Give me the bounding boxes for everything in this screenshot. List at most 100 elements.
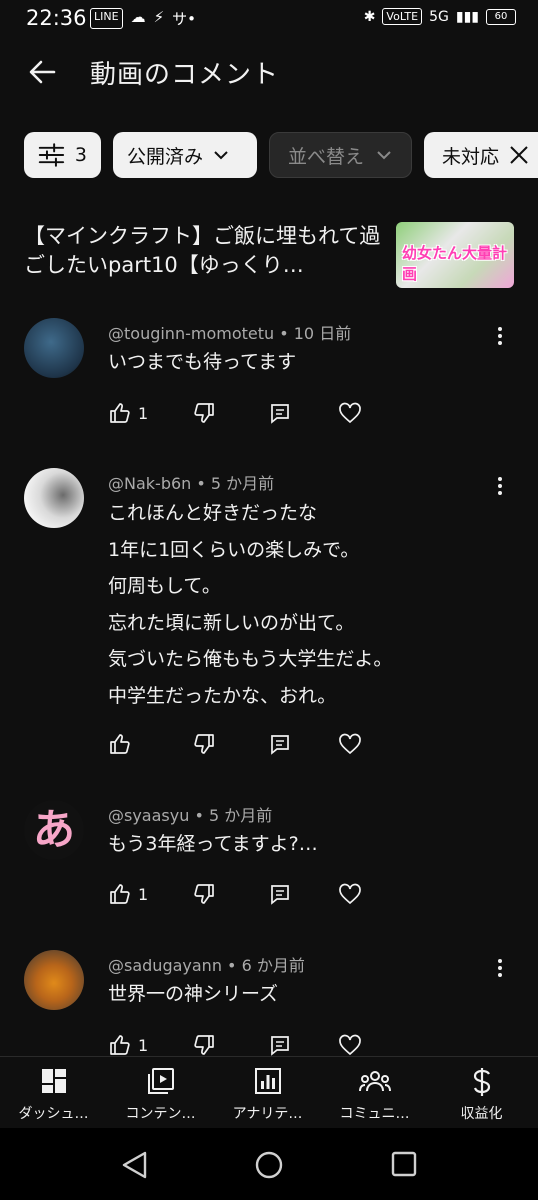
bottom-navigation: ダッシュ… コンテン… アナリテ… コミュニ… 収益化 [0, 1056, 538, 1129]
dislike-button[interactable] [192, 1033, 216, 1056]
heart-button[interactable] [338, 732, 362, 756]
filter-settings-chip[interactable]: 3 [24, 132, 101, 178]
status-time: 22:36 [26, 6, 87, 30]
comment-meta: @sadugayann • 6 か月前 [108, 956, 305, 975]
sliders-icon [38, 143, 65, 167]
chevron-down-icon [214, 151, 228, 160]
thumbs-down-icon [194, 403, 214, 423]
nav-dashboard[interactable]: ダッシュ… [0, 1057, 107, 1129]
nav-label: コンテン… [125, 1106, 196, 1122]
like-button[interactable]: 1 [108, 1033, 148, 1056]
published-filter-chip[interactable]: 公開済み [113, 132, 257, 178]
app-notification-icon: サ• [172, 10, 196, 28]
page-title: 動画のコメント [90, 60, 280, 90]
comment-item: @touginn-momotetu • 10 日前 いつまでも待ってます 1 [0, 318, 538, 428]
comment-author[interactable]: @syaasyu [108, 806, 189, 825]
unresponded-label: 未対応 [442, 145, 500, 168]
nav-label: 収益化 [460, 1106, 503, 1122]
heart-button[interactable] [338, 401, 362, 425]
system-back-icon[interactable] [120, 1150, 150, 1180]
more-vert-icon[interactable] [488, 474, 512, 498]
reply-button[interactable] [268, 401, 292, 425]
close-icon[interactable] [509, 145, 529, 165]
comment-meta: @Nak-b6n • 5 か月前 [108, 474, 275, 493]
comment-author[interactable]: @touginn-momotetu [108, 324, 274, 343]
thumbs-up-icon [110, 1035, 130, 1055]
video-header[interactable]: 【マインクラフト】ご飯に埋もれて過ごしたいpart10【ゆっくり… 幼女たん大量… [24, 222, 516, 292]
like-button[interactable] [108, 732, 138, 756]
comment-meta: @touginn-momotetu • 10 日前 [108, 324, 352, 343]
comment-meta: @syaasyu • 5 か月前 [108, 806, 273, 825]
reply-button[interactable] [268, 882, 292, 906]
thumbs-up-icon [110, 734, 130, 754]
bolt-icon: ⚡ [153, 8, 165, 26]
line-icon: LINE [90, 8, 123, 29]
heart-icon [339, 1034, 361, 1056]
system-home-icon[interactable] [254, 1150, 284, 1180]
comment-item: @Nak-b6n • 5 か月前 これほんと好きだったな 1年に1回くらいの楽し… [0, 468, 538, 768]
battery-icon: 60 [486, 8, 516, 25]
nav-analytics[interactable]: アナリテ… [214, 1057, 321, 1129]
sort-chip[interactable]: 並べ替え [269, 132, 412, 178]
system-icons: ✱ VoLTE 5G ▮▮▮ 60 [364, 8, 516, 25]
comment-author[interactable]: @sadugayann [108, 956, 222, 975]
comment-time: 5 か月前 [210, 474, 275, 493]
unresponded-chip[interactable]: 未対応 [424, 132, 538, 178]
like-button[interactable]: 1 [108, 401, 148, 425]
dislike-button[interactable] [192, 401, 216, 425]
video-thumbnail[interactable]: 幼女たん大量計画 [396, 222, 514, 288]
dislike-button[interactable] [192, 732, 216, 756]
more-vert-icon[interactable] [488, 956, 512, 980]
comment-text: いつまでも待ってます [108, 351, 297, 373]
nav-community[interactable]: コミュニ… [321, 1057, 428, 1129]
reply-button[interactable] [268, 1033, 292, 1056]
nav-content[interactable]: コンテン… [107, 1057, 214, 1129]
comment-text: もう3年経ってますよ?… [108, 833, 318, 855]
top-app-bar: 動画のコメント [0, 40, 538, 106]
like-count: 1 [138, 884, 149, 904]
reply-icon [271, 885, 289, 905]
video-title: 【マインクラフト】ご飯に埋もれて過ごしたいpart10【ゆっくり… [24, 224, 381, 277]
avatar[interactable] [24, 468, 84, 528]
dislike-button[interactable] [192, 882, 216, 906]
like-button[interactable]: 1 [108, 882, 148, 906]
reply-icon [271, 404, 289, 424]
avatar[interactable] [24, 318, 84, 378]
thumbs-down-icon [194, 734, 214, 754]
thumbnail-text: 幼女たん大量計画 [402, 244, 508, 283]
thumbs-down-icon [194, 1035, 214, 1055]
system-navigation-bar [0, 1128, 538, 1200]
system-recents-icon[interactable] [390, 1150, 418, 1178]
heart-icon [339, 733, 361, 755]
thumbs-up-icon [110, 403, 130, 423]
back-button[interactable] [24, 54, 60, 90]
heart-button[interactable] [338, 882, 362, 906]
dollar-icon [473, 1068, 490, 1096]
thumbs-up-icon [110, 884, 130, 904]
cloud-icon: ☁ [130, 8, 146, 26]
bluetooth-icon: ✱ [363, 8, 376, 25]
reply-icon [271, 1036, 289, 1056]
heart-button[interactable] [338, 1033, 362, 1056]
status-bar: 22:36 LINE ☁ ⚡ サ• ✱ VoLTE 5G ▮▮▮ 60 [0, 0, 538, 36]
avatar[interactable]: あ [24, 800, 84, 860]
dashboard-icon [41, 1069, 66, 1093]
content-icon [147, 1068, 174, 1094]
comment-author[interactable]: @Nak-b6n [108, 474, 191, 493]
nav-monetization[interactable]: 収益化 [428, 1057, 535, 1129]
heart-icon [339, 402, 361, 424]
comment-time: 5 か月前 [208, 806, 273, 825]
filter-chips: 3 公開済み 並べ替え 未対応 [24, 132, 538, 178]
network-5g-icon: 5G [429, 8, 449, 25]
notification-icons: LINE ☁ ⚡ サ• [90, 8, 196, 29]
avatar[interactable] [24, 950, 84, 1010]
nav-label: アナリテ… [232, 1106, 303, 1122]
filter-count: 3 [74, 144, 87, 166]
nav-label: コミュニ… [339, 1106, 410, 1122]
reply-button[interactable] [268, 732, 292, 756]
nav-label: ダッシュ… [18, 1106, 89, 1122]
more-vert-icon[interactable] [488, 324, 512, 348]
comment-item: あ @syaasyu • 5 か月前 もう3年経ってますよ?… 1 [0, 800, 538, 910]
reply-icon [271, 735, 289, 755]
chevron-down-icon [377, 151, 391, 160]
